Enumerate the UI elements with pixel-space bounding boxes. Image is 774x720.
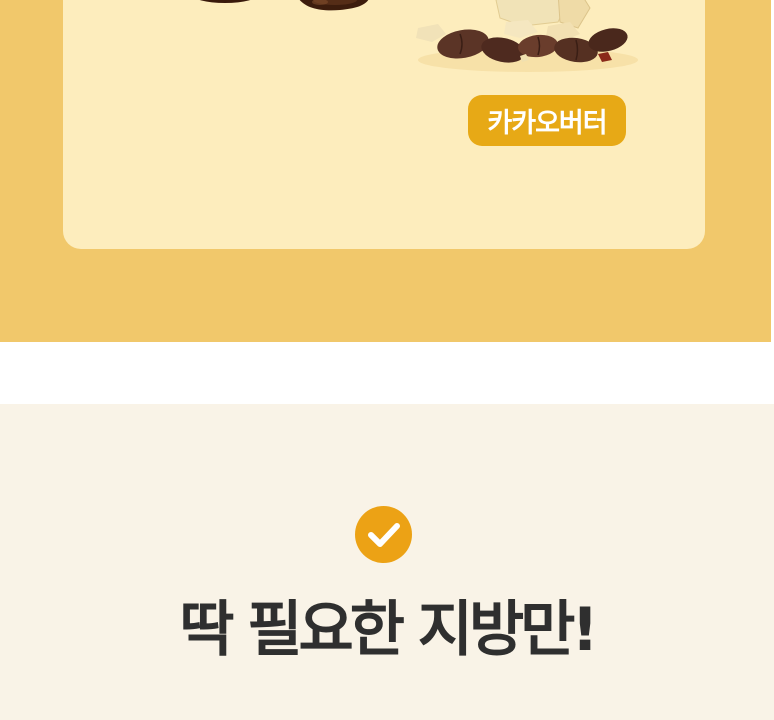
section-divider [0,342,774,404]
feature-headline: 딱 필요한 지방만! [179,595,599,665]
cocoa-butter-badge: 카카오버터 [468,95,626,146]
cocoa-butter-image [416,0,638,72]
melted-chocolate-image [199,0,369,11]
ingredient-card: 카카오버터 [63,0,705,249]
check-circle-icon [355,506,412,563]
feature-section: 딱 필요한 지방만! [0,404,774,720]
ingredient-section: 카카오버터 [0,0,774,342]
